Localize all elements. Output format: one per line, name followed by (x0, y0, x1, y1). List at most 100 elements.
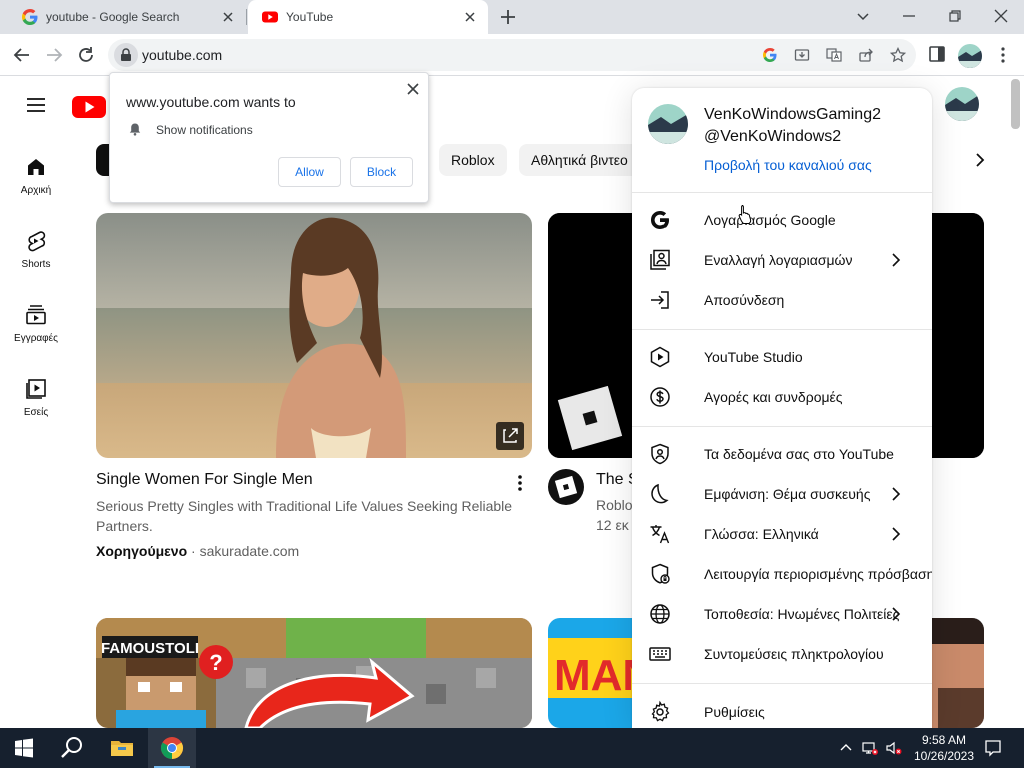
channel-avatar-roblox[interactable] (548, 469, 584, 505)
close-icon[interactable] (406, 82, 420, 96)
meta-separator: · (191, 543, 196, 559)
restore-icon[interactable] (944, 5, 966, 27)
menu-item-settings[interactable]: Ρυθμίσεις (632, 692, 932, 728)
menu-item-label: YouTube Studio (704, 349, 803, 365)
menu-divider (632, 683, 932, 684)
chrome-taskbar-button[interactable] (148, 728, 196, 768)
menu-item-sign-out[interactable]: Αποσύνδεση (632, 280, 932, 320)
menu-item-location[interactable]: Τοποθεσία: Ηνωμένες Πολιτείες (632, 594, 932, 634)
menu-item-google-account[interactable]: Λογαριασμός Google (632, 200, 932, 240)
menu-divider (632, 192, 932, 193)
back-icon[interactable] (12, 45, 32, 65)
video-title[interactable]: Single Women For Single Men (96, 471, 313, 489)
chevron-up-icon[interactable] (838, 740, 854, 756)
menu-item-language[interactable]: Γλώσσα: Ελληνικά (632, 514, 932, 554)
sidebar-item-shorts[interactable]: Shorts (0, 229, 72, 270)
notification-center-icon[interactable] (984, 739, 1002, 757)
video-thumbnail-minecraft[interactable]: FAMOUSTOLI ? (96, 618, 532, 728)
close-tab-icon[interactable] (220, 9, 236, 25)
chip-sports-videos[interactable]: Αθλητικά βιντεο (519, 144, 635, 176)
home-icon (28, 159, 44, 175)
clock-time[interactable]: 9:58 AM (912, 733, 976, 747)
reload-icon[interactable] (76, 45, 96, 65)
sidebar-item-you[interactable]: Εσείς (0, 377, 72, 418)
sidebar-item-home[interactable]: Αρχική (0, 155, 72, 196)
external-link-icon[interactable] (496, 422, 524, 450)
page-scrollbar[interactable] (1011, 79, 1020, 129)
allow-button[interactable]: Allow (278, 157, 341, 187)
menu-item-label: Ρυθμίσεις (704, 704, 765, 720)
chevron-right-icon[interactable] (972, 152, 988, 168)
close-window-icon[interactable] (990, 5, 1012, 27)
menu-item-appearance[interactable]: Εμφάνιση: Θέμα συσκευής (632, 474, 932, 514)
youtube-account-avatar[interactable] (945, 87, 979, 121)
sidebar-item-label: Εγγραφές (14, 333, 58, 344)
account-menu-avatar (648, 104, 688, 144)
windows-start-icon[interactable] (14, 738, 34, 758)
side-panel-icon[interactable] (928, 45, 946, 63)
install-app-icon[interactable] (794, 47, 810, 63)
view-channel-link[interactable]: Προβολή του καναλιού σας (704, 157, 872, 173)
youtube-logo[interactable] (72, 94, 106, 118)
menu-item-label: Εναλλαγή λογαριασμών (704, 252, 853, 268)
restricted-icon (651, 563, 670, 584)
url-text[interactable]: youtube.com (142, 47, 222, 63)
clock-date[interactable]: 10/26/2023 (912, 749, 976, 763)
tab-google-search[interactable]: youtube - Google Search (8, 0, 246, 34)
menu-item-restricted-mode[interactable]: Λειτουργία περιορισμένης πρόσβασης (632, 554, 932, 594)
chip-roblox[interactable]: Roblox (439, 144, 507, 176)
file-explorer-icon[interactable] (110, 736, 134, 760)
block-button[interactable]: Block (350, 157, 413, 187)
video-thumbnail-ad[interactable] (96, 213, 532, 458)
minimize-icon[interactable] (898, 5, 920, 27)
subscriptions-icon (26, 305, 46, 325)
search-icon[interactable] (60, 736, 84, 760)
tab-search-icon[interactable] (852, 5, 874, 27)
menu-item-label: Συντομεύσεις πληκτρολογίου (704, 646, 884, 662)
kebab-menu-icon[interactable] (996, 46, 1010, 64)
network-icon[interactable] (862, 740, 878, 756)
sidebar-item-subscriptions[interactable]: Εγγραφές (0, 303, 72, 344)
tab-title: youtube - Google Search (46, 10, 180, 24)
studio-icon (650, 346, 670, 368)
youtube-icon (262, 11, 278, 23)
volume-muted-icon[interactable] (886, 740, 902, 756)
menu-item-keyboard-shortcuts[interactable]: Συντομεύσεις πληκτρολογίου (632, 634, 932, 674)
bookmark-star-icon[interactable] (890, 47, 906, 63)
tab-separator (246, 9, 247, 25)
menu-item-label: Τα δεδομένα σας στο YouTube (704, 446, 894, 462)
menu-item-label: Τοποθεσία: Ηνωμένες Πολιτείες (704, 606, 900, 622)
share-icon[interactable] (858, 47, 874, 63)
notification-permission-popup: www.youtube.com wants to Show notificati… (109, 72, 429, 203)
sponsored-label: Χορηγούμενο (96, 543, 188, 559)
menu-item-your-data[interactable]: Τα δεδομένα σας στο YouTube (632, 434, 932, 474)
menu-item-purchases[interactable]: Αγορές και συνδρομές (632, 377, 932, 417)
google-lens-g-icon[interactable] (762, 47, 778, 63)
site-info-button[interactable] (114, 43, 138, 67)
video-options-icon[interactable] (512, 473, 528, 493)
chrome-profile-avatar[interactable] (958, 44, 982, 68)
forward-icon[interactable] (44, 45, 64, 65)
menu-item-label: Γλώσσα: Ελληνικά (704, 526, 819, 542)
account-handle: @VenKoWindows2 (704, 128, 842, 145)
google-g-icon (22, 9, 38, 25)
translate-icon (650, 525, 670, 544)
menu-item-youtube-studio[interactable]: YouTube Studio (632, 337, 932, 377)
new-tab-icon[interactable] (498, 7, 518, 27)
chevron-right-icon (892, 607, 901, 621)
tab-title: YouTube (286, 10, 334, 24)
menu-item-switch-account[interactable]: Εναλλαγή λογαριασμών (632, 240, 932, 280)
tab-youtube[interactable]: YouTube (248, 0, 488, 34)
translate-page-icon[interactable] (826, 47, 842, 63)
chevron-right-icon (892, 527, 901, 541)
gear-icon (651, 700, 670, 722)
channel-name[interactable]: Roblo (596, 497, 633, 513)
hamburger-menu-icon[interactable] (26, 97, 46, 113)
shorts-icon (28, 231, 46, 252)
sidebar-item-label: Αρχική (20, 185, 52, 196)
address-bar[interactable]: youtube.com (108, 39, 916, 71)
menu-item-label: Αποσύνδεση (704, 292, 785, 308)
ad-domain[interactable]: sakuradate.com (200, 543, 300, 559)
close-tab-icon[interactable] (462, 9, 478, 25)
tab-strip: youtube - Google Search YouTube (0, 0, 1024, 34)
